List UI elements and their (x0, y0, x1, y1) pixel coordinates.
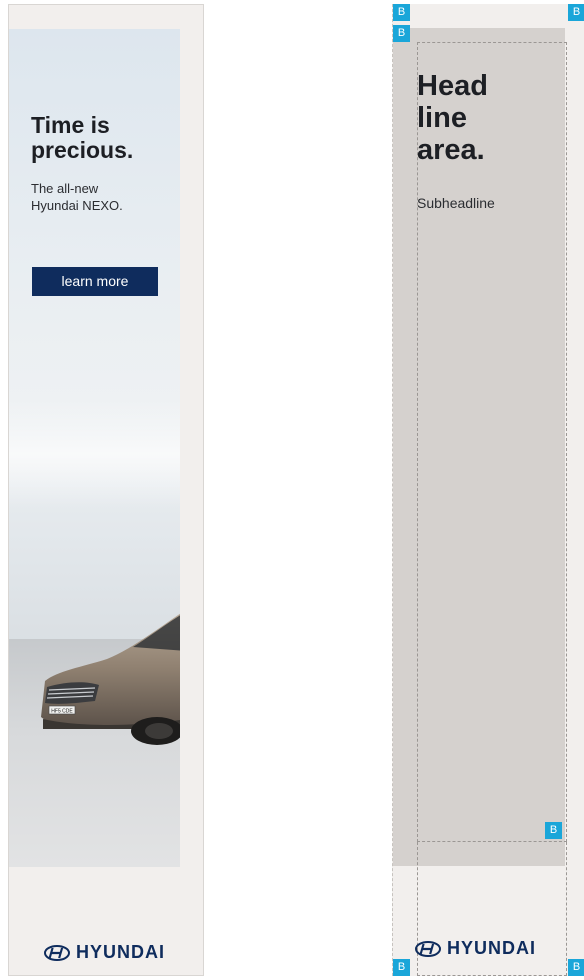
layout-template: Head line area. Subheadline B B B B B B … (392, 4, 584, 976)
hyundai-logo[interactable]: HYUNDAI (44, 942, 165, 963)
banner-headline: Time is precious. (31, 112, 134, 163)
learn-more-button[interactable]: learn more (32, 267, 158, 296)
template-subheadline: Subheadline (417, 195, 495, 211)
hyundai-logo-icon (415, 940, 441, 957)
bleed-badge-bottom-right: B (568, 959, 584, 976)
template-hyundai-logo: HYUNDAI (415, 938, 536, 959)
logo-text: HYUNDAI (76, 942, 166, 962)
ad-banner: HF5 CDE Time is precious. The all-new Hy… (8, 4, 204, 976)
hyundai-logo-icon (44, 944, 70, 961)
template-headline: Head line area. (417, 70, 488, 166)
license-plate: HF5 CDE (51, 709, 73, 715)
bleed-badge-top-right: B (568, 4, 584, 21)
banner-subline: The all-new Hyundai NEXO. (31, 181, 123, 213)
bleed-badge-top-left: B (393, 4, 410, 21)
template-logo-text: HYUNDAI (447, 938, 537, 958)
bleed-badge-bottom-left: B (393, 959, 410, 976)
car-image: HF5 CDE (41, 613, 180, 745)
bleed-badge-content-bottom-right: B (545, 822, 562, 839)
bleed-badge-top-left-inner: B (393, 25, 410, 42)
